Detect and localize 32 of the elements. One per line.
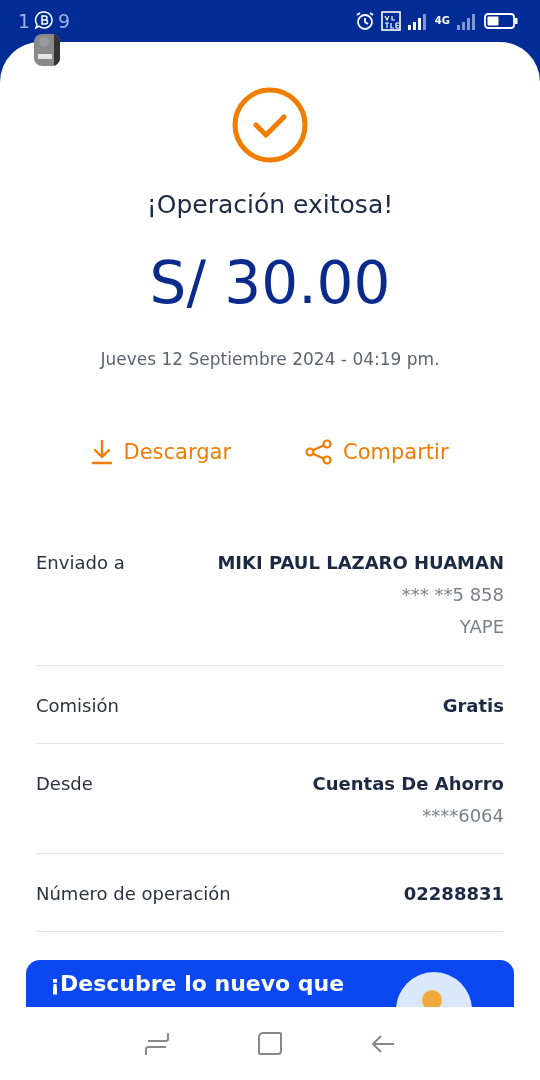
recent-apps-icon[interactable]: [143, 1030, 170, 1057]
share-icon: [305, 439, 333, 465]
detail-label: Desde: [36, 772, 93, 796]
home-icon[interactable]: [257, 1030, 283, 1057]
success-title: ¡Operación exitosa!: [146, 190, 394, 219]
detail-value: Cuentas De Ahorro: [312, 772, 504, 796]
detail-subvalue: ****6064: [422, 804, 504, 828]
clock-time: 9: [58, 10, 71, 32]
detail-value: Gratis: [442, 694, 504, 718]
download-button[interactable]: Descargar: [91, 439, 231, 465]
volte-icon: [380, 11, 401, 31]
detail-subvalue: *** **5 858: [401, 583, 504, 607]
network-label: 4G: [434, 16, 450, 26]
detail-subvalue: YAPE: [459, 615, 504, 639]
download-icon: [91, 439, 114, 465]
banner-text: ¡Descubre lo nuevo que: [50, 970, 345, 998]
battery-icon: [484, 12, 518, 30]
detail-label: Enviado a: [36, 551, 125, 575]
detail-label: Número de operación: [36, 882, 231, 906]
signal-icon: [456, 11, 478, 31]
detail-label: Comisión: [36, 694, 119, 718]
success-check-icon: [231, 86, 309, 164]
amount: S/ 30.00: [149, 249, 391, 317]
transaction-date: Jueves 12 Septiembre 2024 - 04:19 pm.: [100, 349, 440, 369]
detail-value: MIKI PAUL LAZARO HUAMAN: [217, 551, 504, 575]
alarm-icon: [354, 11, 375, 31]
chat-bubble-icon: [34, 10, 54, 30]
promo-banner[interactable]: ¡Descubre lo nuevo que: [26, 960, 514, 1007]
signal-icon: [406, 11, 429, 31]
detail-value: 02288831: [403, 882, 504, 906]
clock-time: 1: [18, 10, 31, 32]
share-button[interactable]: Compartir: [305, 439, 449, 465]
